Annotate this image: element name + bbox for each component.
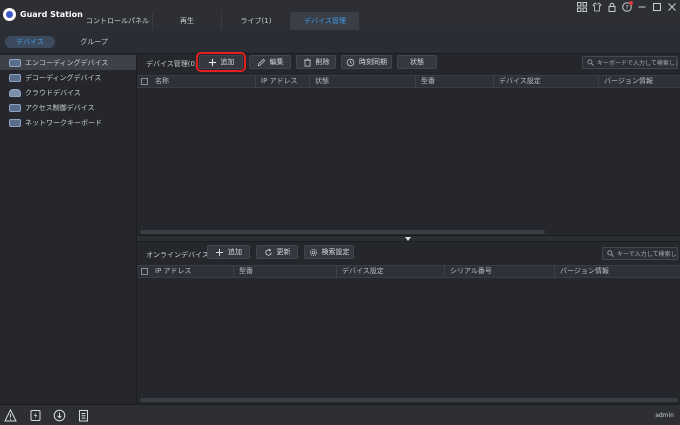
column-header-ip-address[interactable]: IP アドレス	[255, 76, 309, 87]
task-list-icon[interactable]	[77, 409, 90, 422]
add-online-device-button[interactable]: 追加	[207, 245, 250, 259]
collapse-arrow-icon[interactable]	[405, 237, 411, 241]
select-all-online-checkbox[interactable]	[141, 268, 148, 275]
maximize-icon[interactable]	[651, 2, 662, 13]
add-online-device-label: 追加	[228, 248, 242, 256]
online-search-input[interactable]: キーで入力して検索します	[602, 247, 678, 260]
sidebar-item-network-keyboard[interactable]: ネットワークキーボード	[0, 115, 136, 130]
plus-icon	[215, 248, 224, 256]
messages-icon[interactable]	[29, 409, 42, 422]
skin-icon[interactable]	[591, 2, 602, 13]
current-user: admin	[655, 412, 674, 419]
edit-icon	[257, 58, 265, 66]
add-device-label: 追加	[220, 58, 235, 66]
delete-label: 削除	[315, 58, 330, 66]
column-header-model[interactable]: 型番	[233, 266, 336, 277]
select-all-checkbox[interactable]	[141, 78, 148, 85]
sidebar-item-label: クラウドデバイス	[25, 88, 81, 97]
search-icon	[607, 250, 614, 257]
sidebar-item-label: ネットワークキーボード	[25, 118, 102, 127]
time-sync-button[interactable]: 時刻同期	[341, 55, 392, 69]
device-table-scrollbar[interactable]	[140, 230, 545, 234]
network-keyboard-icon	[9, 118, 21, 127]
help-icon[interactable]: ?	[621, 0, 633, 13]
search-icon	[587, 59, 594, 66]
close-icon[interactable]	[666, 2, 677, 13]
minimize-icon[interactable]	[636, 2, 647, 13]
sidebar-item-label: デコーディングデバイス	[25, 73, 102, 82]
refresh-icon	[264, 248, 272, 256]
sidebar-item-cloud-devices[interactable]: クラウドデバイス	[0, 85, 136, 100]
app-title: Guard Station	[20, 10, 83, 19]
sub-tab-bar: デバイス グループ	[0, 30, 680, 54]
svg-text:?: ?	[625, 4, 628, 12]
access-control-icon	[9, 103, 21, 112]
online-table-header: IP アドレス 型番 デバイス設定 シリアル番号 バージョン情報	[137, 265, 680, 278]
add-device-button[interactable]: 追加	[196, 52, 246, 72]
clock-icon	[346, 58, 355, 66]
sidebar-item-encoding-devices[interactable]: エンコーディングデバイス	[0, 55, 136, 70]
window-controls: ?	[576, 0, 677, 13]
edit-label: 編集	[269, 58, 284, 66]
sidebar-item-label: エンコーディングデバイス	[25, 58, 109, 67]
layout-icon[interactable]	[576, 2, 587, 13]
subtab-device[interactable]: デバイス	[5, 36, 55, 48]
download-icon[interactable]	[53, 409, 66, 422]
alarm-warning-icon[interactable]	[4, 408, 17, 422]
refresh-button[interactable]: 更新	[256, 245, 298, 259]
title-bar: Guard Station コントロールパネル 再生 ライブ(1) デバイス管理…	[0, 0, 680, 30]
lock-icon[interactable]	[606, 2, 617, 13]
device-type-sidebar: エンコーディングデバイス デコーディングデバイス クラウドデバイス アクセス制御…	[0, 55, 137, 404]
column-header-version-info[interactable]: バージョン情報	[554, 266, 664, 277]
column-header-device-config[interactable]: デバイス設定	[336, 266, 444, 277]
plus-icon	[208, 58, 216, 66]
search-settings-label: 検索設定	[321, 248, 350, 256]
tab-device-management[interactable]: デバイス管理	[290, 12, 359, 30]
cloud-device-icon	[9, 88, 21, 97]
status-button[interactable]: 状態	[397, 55, 437, 69]
tab-control-panel[interactable]: コントロールパネル	[83, 12, 152, 30]
time-sync-label: 時刻同期	[359, 58, 387, 66]
search-settings-button[interactable]: 検索設定	[304, 245, 354, 259]
tab-live[interactable]: ライブ(1)	[221, 12, 290, 30]
column-header-device-config[interactable]: デバイス設定	[493, 76, 598, 87]
refresh-label: 更新	[276, 248, 291, 256]
subtab-group[interactable]: グループ	[72, 36, 116, 48]
status-bar: admin	[0, 404, 680, 425]
column-header-name[interactable]: 名称	[155, 76, 255, 87]
column-header-model[interactable]: 型番	[415, 76, 493, 87]
delete-button[interactable]: 削除	[296, 55, 336, 69]
device-table-header: 名称 IP アドレス 状態 型番 デバイス設定 バージョン情報	[137, 75, 680, 88]
main-tabs: コントロールパネル 再生 ライブ(1) デバイス管理	[83, 12, 359, 30]
device-panel-title: デバイス管理(0)	[146, 60, 198, 68]
online-table-scrollbar[interactable]	[140, 398, 678, 402]
online-search-placeholder: キーで入力して検索します	[617, 251, 677, 258]
edit-button[interactable]: 編集	[249, 55, 291, 69]
trash-icon	[303, 58, 311, 66]
column-header-status[interactable]: 状態	[309, 76, 415, 87]
encoder-device-icon	[9, 58, 21, 67]
app-logo	[3, 8, 16, 21]
panel-splitter[interactable]	[137, 235, 680, 242]
sidebar-item-access-control-devices[interactable]: アクセス制御デバイス	[0, 100, 136, 115]
device-search-input[interactable]: キーボードで入力して検索します	[582, 56, 678, 69]
column-header-version-info[interactable]: バージョン情報	[598, 76, 678, 87]
column-header-ip-address[interactable]: IP アドレス	[155, 266, 233, 277]
sidebar-item-label: アクセス制御デバイス	[25, 103, 95, 112]
device-search-placeholder: キーボードで入力して検索します	[597, 60, 678, 67]
notification-dot	[629, 0, 633, 5]
gear-icon	[309, 248, 317, 256]
sidebar-item-decoding-devices[interactable]: デコーディングデバイス	[0, 70, 136, 85]
column-header-serial-number[interactable]: シリアル番号	[444, 266, 554, 277]
status-label: 状態	[410, 58, 424, 66]
decoder-device-icon	[9, 73, 21, 82]
tab-playback[interactable]: 再生	[152, 12, 221, 30]
